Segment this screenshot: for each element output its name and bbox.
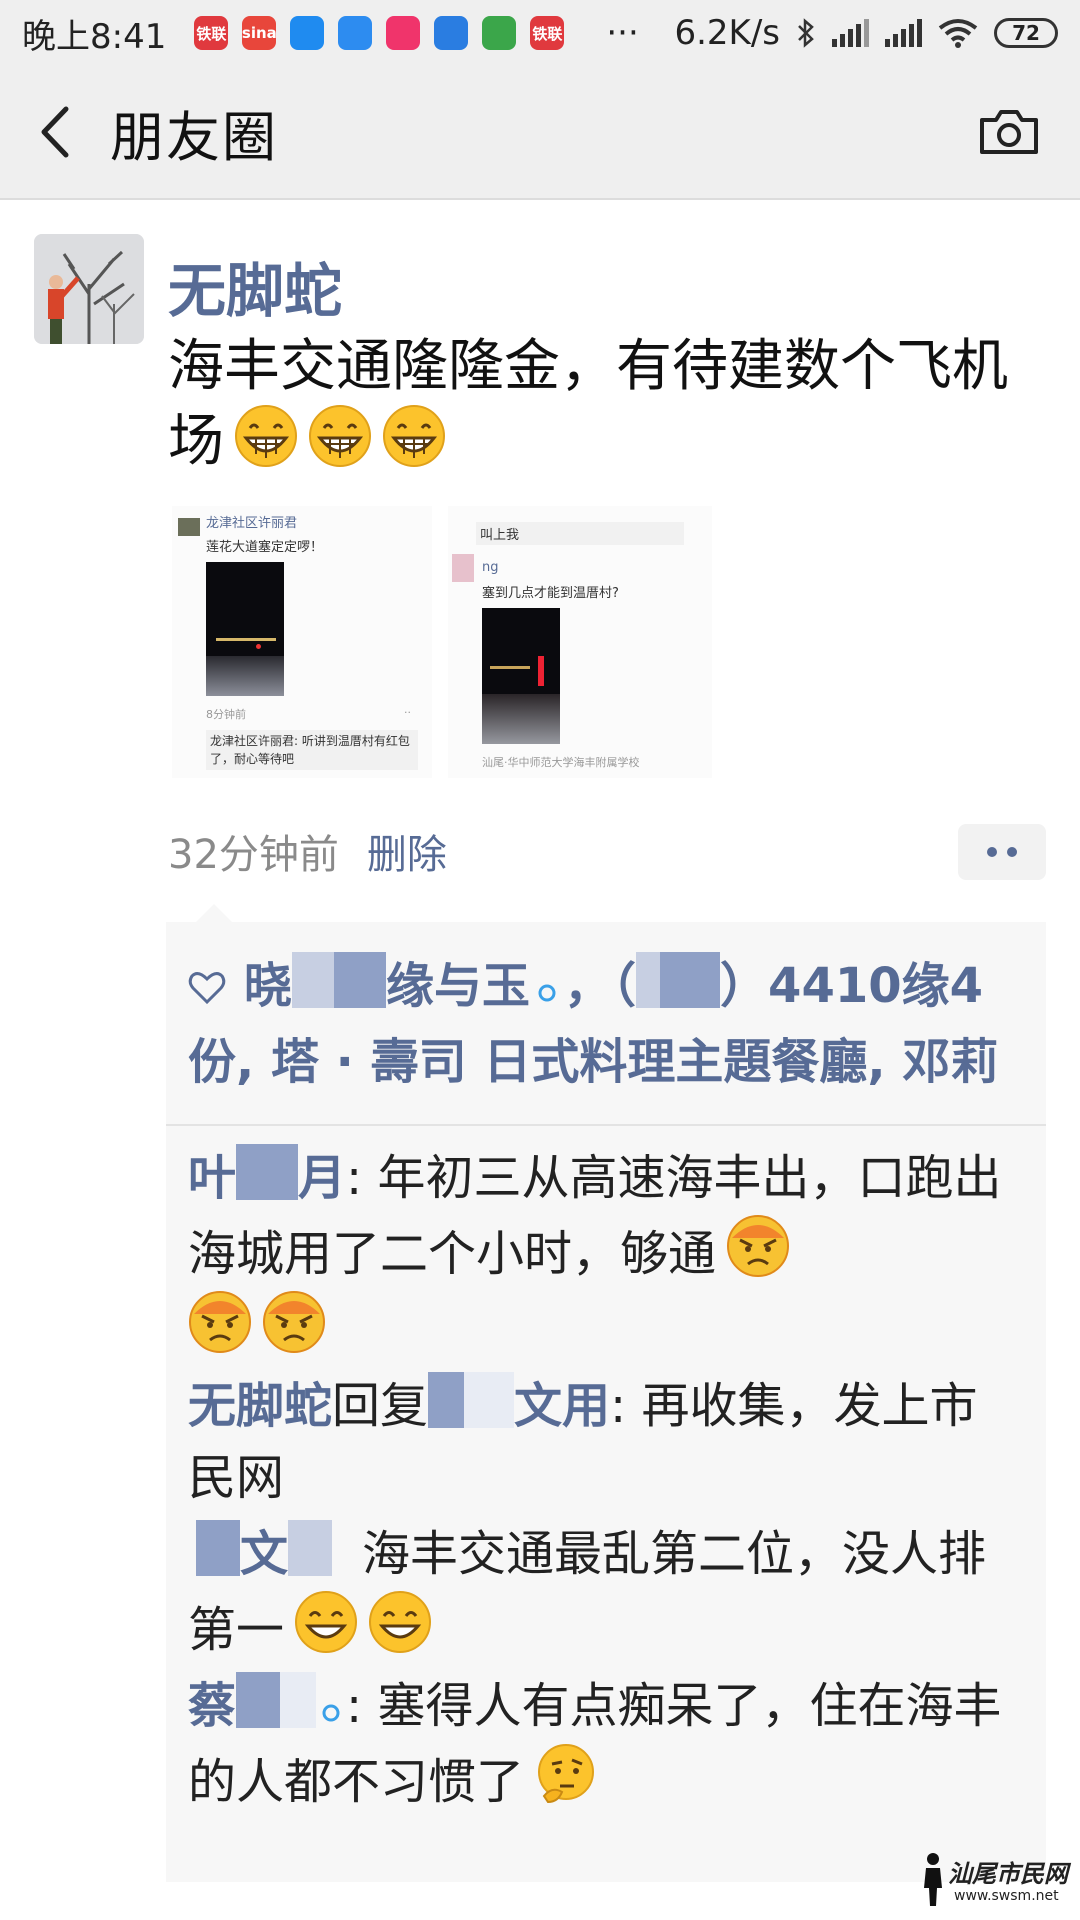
interaction-caret	[196, 904, 232, 922]
status-time: 晚上8:41	[22, 16, 167, 57]
grin-emoji-icon	[235, 405, 297, 467]
shot-right-text: 塞到几点才能到温厝村?	[482, 586, 619, 601]
shot-left-name: 龙津社区许丽君	[206, 516, 298, 531]
shot-right-photo	[482, 608, 560, 744]
thinking-emoji-icon	[538, 1744, 595, 1804]
signal-icon-2	[885, 19, 922, 47]
shot-left-time: 8分钟前	[206, 708, 246, 721]
comments-list: 叶月: 年初三从高速海丰出，口跑出海城用了二个小时，够通 无脚蛇回复 文用: 再收…	[166, 1126, 1046, 1818]
notification-icons: 铁联 sina 铁联	[194, 16, 565, 50]
like-name-1[interactable]: 晓	[244, 958, 292, 1014]
angry-emoji-icon	[263, 1291, 325, 1353]
blurred-name	[236, 1672, 281, 1728]
camera-button[interactable]	[976, 100, 1042, 166]
comment-item[interactable]: 蔡: 塞得人有点痴呆了，住在海丰的人都不习惯了	[188, 1670, 1024, 1818]
shot-right-header: 叫上我	[476, 522, 684, 545]
comment-item[interactable]: 文海丰交通最乱第二位，没人排第一	[188, 1518, 1024, 1666]
avatar[interactable]	[34, 234, 144, 344]
title-bar: 朋友圈	[0, 66, 1080, 200]
shot-right-name: ng	[482, 560, 499, 575]
post-image[interactable]: 龙津社区许丽君 莲花大道塞定定啰！ 8分钟前 ·· 龙津社区许丽君: 听讲到温厝…	[168, 506, 716, 778]
smile-emoji-icon	[369, 1591, 432, 1653]
camera-icon	[980, 110, 1038, 154]
likes-list: 晓缘与玉 ，（ ）4410缘4份, 塔 · 壽司 日式料理主題餐廳, 邓莉	[166, 922, 1046, 1126]
status-bar: 晚上8:41 铁联 sina 铁联 ··· 6.2K/s 72	[0, 0, 1080, 66]
wifi-icon	[938, 19, 978, 48]
comment-separator: :	[610, 1378, 642, 1434]
more-actions-button[interactable]	[958, 824, 1046, 880]
post-meta: 32分钟前 删除	[168, 822, 447, 880]
page-title: 朋友圈	[110, 105, 278, 169]
notification-app-icon	[290, 16, 325, 50]
angry-emoji-icon	[189, 1291, 251, 1353]
blurred-name	[236, 1144, 299, 1200]
avatar-image	[34, 234, 144, 344]
shot-left-more: ··	[404, 706, 411, 719]
smile-emoji-icon	[295, 1591, 358, 1653]
watermark-figure-icon	[924, 1853, 942, 1906]
comment-reply-label: 回复	[332, 1378, 429, 1434]
embedded-shot-right: 叫上我 ng 塞到几点才能到温厝村? 汕尾·华中师范大学海丰附属学校	[448, 506, 712, 778]
notification-app-icon: 铁联	[194, 16, 229, 50]
shot-right-location: 汕尾·华中师范大学海丰附属学校	[482, 756, 640, 769]
comment-author[interactable]: 无脚蛇	[188, 1378, 332, 1434]
shot-left-text: 莲花大道塞定定啰！	[206, 540, 324, 555]
like-sep-1: ，（	[564, 958, 637, 1014]
shot-left-photo	[206, 562, 284, 696]
like-name-2[interactable]: 缘与玉	[386, 958, 530, 1014]
delete-button[interactable]: 删除	[367, 822, 447, 880]
comment-author[interactable]: 叶	[188, 1150, 236, 1206]
signal-icon	[832, 19, 869, 47]
blurred-name	[292, 952, 335, 1008]
battery-icon: 72	[994, 18, 1058, 48]
comment-author[interactable]: 文	[240, 1526, 288, 1582]
status-right: 6.2K/s 72	[674, 13, 1058, 53]
blurred-name	[334, 952, 387, 1008]
more-notifications-icon: ···	[606, 13, 639, 53]
shot-left-comment: 龙津社区许丽君: 听讲到温厝村有红包了，耐心等待吧	[206, 730, 418, 770]
blurred-name	[196, 1520, 240, 1576]
ring-icon	[538, 984, 556, 1002]
bluetooth-icon	[798, 18, 814, 48]
blurred-name	[428, 1372, 465, 1428]
back-button[interactable]	[0, 65, 110, 199]
back-arrow-icon	[41, 106, 69, 158]
embedded-shot-left: 龙津社区许丽君 莲花大道塞定定啰！ 8分钟前 ·· 龙津社区许丽君: 听讲到温厝…	[172, 506, 432, 778]
interaction-box: 晓缘与玉 ，（ ）4410缘4份, 塔 · 壽司 日式料理主題餐廳, 邓莉 叶月: …	[166, 922, 1046, 1882]
notification-app-icon	[434, 16, 469, 50]
blurred-name	[464, 1372, 515, 1428]
blurred-name	[660, 952, 721, 1008]
watermark: 汕尾市民网 www.swsm.net	[918, 1852, 1068, 1910]
comment-item[interactable]: 叶月: 年初三从高速海丰出，口跑出海城用了二个小时，够通	[188, 1142, 1024, 1366]
watermark-text: 汕尾市民网	[948, 1860, 1068, 1888]
comment-author-tail[interactable]: 月	[298, 1150, 346, 1206]
comment-author[interactable]: 蔡	[188, 1678, 236, 1734]
comment-separator: :	[346, 1150, 378, 1206]
grin-emoji-icon	[383, 405, 445, 467]
comment-reply-target[interactable]: 文用	[514, 1378, 610, 1434]
network-speed: 6.2K/s	[674, 13, 780, 53]
blurred-name	[280, 1672, 317, 1728]
grin-emoji-icon	[309, 405, 371, 467]
watermark-url: www.swsm.net	[954, 1888, 1059, 1904]
status-left: 晚上8:41 铁联 sina 铁联 ···	[22, 9, 639, 58]
blurred-name	[636, 952, 661, 1008]
comment-item[interactable]: 无脚蛇回复 文用: 再收集，发上市民网	[188, 1370, 1024, 1514]
post-time: 32分钟前	[168, 832, 339, 878]
comment-separator: :	[346, 1678, 378, 1734]
post-author[interactable]: 无脚蛇	[168, 244, 342, 328]
notification-app-icon	[482, 16, 517, 50]
notification-app-icon: sina	[242, 16, 277, 50]
notification-app-icon: 铁联	[530, 16, 565, 50]
shot-left-comment-text: 龙津社区许丽君: 听讲到温厝村有红包了，耐心等待吧	[210, 734, 410, 766]
notification-app-icon	[338, 16, 373, 50]
notification-app-icon	[386, 16, 421, 50]
battery-level: 72	[1012, 21, 1040, 45]
ring-icon	[322, 1704, 340, 1722]
angry-emoji-icon	[727, 1215, 790, 1277]
heart-icon	[188, 972, 226, 1005]
post-text: 海丰交通隆隆金，有待建数个飞机场	[168, 330, 1008, 479]
blurred-name	[288, 1520, 333, 1576]
